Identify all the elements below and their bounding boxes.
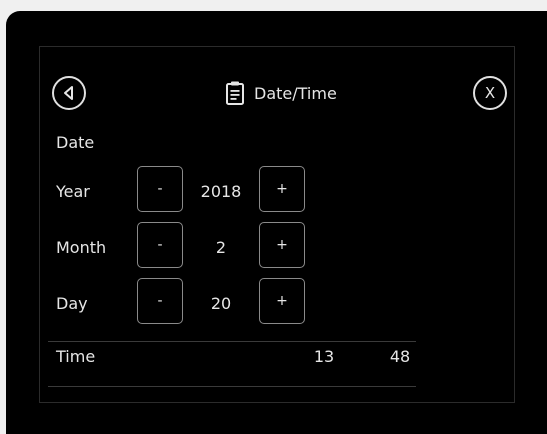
device-screen: Date/Time X Date Year - 2018 + Month - 2… — [6, 11, 547, 434]
year-increment-button[interactable]: + — [259, 166, 305, 212]
divider-bottom — [48, 386, 416, 387]
page-title: Date/Time — [254, 83, 337, 103]
time-minute-value[interactable]: 48 — [380, 347, 420, 366]
month-decrement-button[interactable]: - — [137, 222, 183, 268]
back-arrow-icon — [64, 86, 73, 100]
time-label: Time — [56, 347, 96, 366]
close-button[interactable]: X — [473, 76, 507, 110]
month-label: Month — [56, 238, 107, 257]
year-decrement-button[interactable]: - — [137, 166, 183, 212]
date-time-panel: Date/Time X Date Year - 2018 + Month - 2… — [39, 46, 515, 403]
day-label: Day — [56, 294, 88, 313]
close-icon: X — [484, 83, 496, 102]
year-value: 2018 — [200, 182, 242, 201]
day-value: 20 — [210, 294, 232, 313]
back-button[interactable] — [52, 76, 86, 110]
year-label: Year — [56, 182, 90, 201]
time-hour-value[interactable]: 13 — [304, 347, 344, 366]
clipboard-icon — [226, 81, 244, 105]
month-increment-button[interactable]: + — [259, 222, 305, 268]
day-increment-button[interactable]: + — [259, 278, 305, 324]
divider-top — [48, 341, 416, 342]
day-decrement-button[interactable]: - — [137, 278, 183, 324]
month-value: 2 — [215, 238, 227, 257]
page-header: Date/Time — [226, 76, 337, 110]
date-section-label: Date — [56, 133, 95, 152]
